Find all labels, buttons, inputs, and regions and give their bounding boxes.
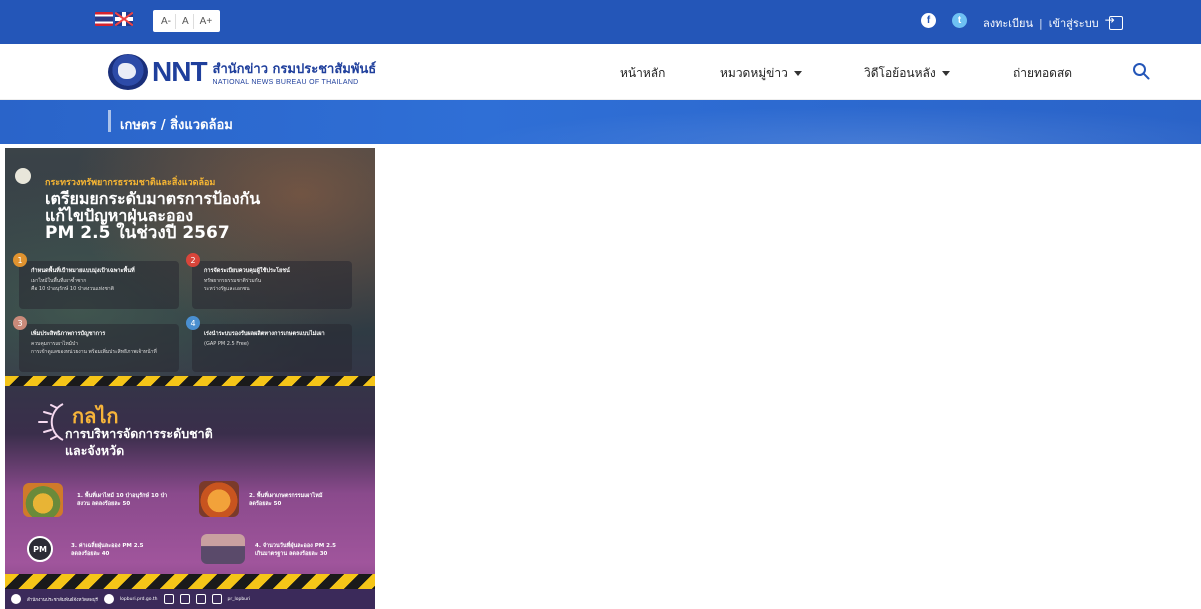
card-heading: กำหนดพื้นที่เป้าหมายแบบมุ่งเป้าเฉพาะพื้น… [31,268,135,274]
site-logo[interactable]: NNT สำนักข่าว กรมประชาสัมพันธ์ NATIONAL … [108,54,376,90]
top-utility-bar: A- A A+ f t ลงทะเบียน | เข้าสู่ระบบ [0,0,1201,44]
card-body-line: (GAP PM 2.5 Free) [204,341,249,347]
hazard-stripe [5,376,375,386]
mechanism-subtitle: การบริหารจัดการระดับชาติ และจังหวัด [65,425,213,459]
hazard-stripe [5,574,375,590]
ministry-name: กระทรวงทรัพยากรธรรมชาติและสิ่งแวดล้อม [45,178,216,188]
measure-card: 3 เพิ่มประสิทธิภาพการบัญชาการ ควบคุมการเ… [13,316,179,372]
target-item-line: ลดลงร้อยละ 40 [71,551,110,557]
register-link[interactable]: ลงทะเบียน [983,14,1033,32]
nav-item-home[interactable]: หน้าหลัก [620,64,665,83]
uk-flag-icon[interactable] [115,12,133,26]
footer-handle: pr_lopburi [227,596,251,602]
globe-icon [103,594,114,604]
target-item: 1. พื้นที่เผาไหม้ 10 ป่าอนุรักษ์ 10 ป่าส… [77,492,167,508]
card-heading: การจัดระเบียบควบคุมผู้ใช้ประโยชน์ [204,268,290,274]
poster-title: เตรียมยกระดับมาตรการป้องกัน แก้ไขปัญหาฝุ… [45,190,260,242]
card-number-badge: 4 [186,316,200,330]
target-item-line: 1. พื้นที่เผาไหม้ 10 ป่าอนุรักษ์ 10 ป่า [77,493,168,499]
target-item: 4. จำนวนวันที่ฝุ่นละออง PM 2.5 เกินมาตรฐา… [255,542,336,558]
breadcrumb[interactable]: เกษตร / สิ่งแวดล้อม [120,114,233,135]
card-body-line: การเข้าดูแลของหน่วยงาน พร้อมเพิ่มประสิทธ… [31,349,157,355]
card-body-line: ควบคุมการเผาไหม้ป่า [31,341,79,347]
card-body: (GAP PM 2.5 Free) [204,340,249,348]
card-number-badge: 1 [13,253,27,267]
footer-website: lopburi.prd.go.th [119,596,158,602]
poster-title-line: PM 2.5 ในช่วงปี 2567 [45,223,230,243]
card-number-badge: 3 [13,316,27,330]
font-decrease-button[interactable]: A- [157,13,176,29]
chevron-down-icon [793,71,802,76]
logo-thai-name: สำนักข่าว กรมประชาสัมพันธ์ [212,62,377,77]
language-switcher [95,12,133,26]
banner-accent [108,110,111,132]
youtube-icon [211,594,222,604]
nav-item-video-archive[interactable]: วิดีโอย้อนหลัง [864,64,950,83]
chevron-down-icon [941,71,950,76]
pm-badge-icon: PM [27,536,53,562]
ministry-logo-icon [15,168,31,184]
poster-title-line: แก้ไขปัญหาฝุ่นละออง [45,206,194,225]
twitter-icon [179,594,190,604]
facebook-icon [11,594,21,604]
nav-label: วิดีโอย้อนหลัง [864,66,936,80]
nnt-logo-icon [108,54,148,90]
account-separator: | [1038,16,1043,30]
card-body: ควบคุมการเผาไหม้ป่าการเข้าดูแลของหน่วยงา… [31,340,157,356]
instagram-icon [163,594,174,604]
poster-footer: สำนักงานประชาสัมพันธ์จังหวัดลพบุรี lopbu… [5,589,375,609]
poster-title-line: เตรียมยกระดับมาตรการป้องกัน [45,189,261,208]
measure-card: 2 การจัดระเบียบควบคุมผู้ใช้ประโยชน์ ทรัพ… [186,253,352,309]
logo-text: สำนักข่าว กรมประชาสัมพันธ์ NATIONAL NEWS… [213,58,377,86]
measure-card: 4 เร่งนำระบบรองรับผลผลิตทางการเกษตรแบบไม… [186,316,352,372]
font-default-button[interactable]: A [178,13,194,29]
nav-label: หมวดหมู่ข่าว [720,66,788,80]
target-item: 2. พื้นที่เผาเกษตรกรรมเผาไหม้ลดร้อยละ 50 [249,492,322,508]
target-item-line: 3. ค่าเฉลี่ยฝุ่นละออง PM 2.5 [71,543,144,549]
card-heading: เร่งนำระบบรองรับผลผลิตทางการเกษตรแบบไม่เ… [204,331,325,337]
search-icon[interactable] [1132,62,1150,80]
nav-item-live[interactable]: ถ่ายทอดสด [1013,64,1072,83]
font-increase-button[interactable]: A+ [196,14,217,29]
card-heading: เพิ่มประสิทธิภาพการบัญชาการ [31,331,106,337]
nav-label: หน้าหลัก [620,66,666,80]
target-item-line: เกินมาตรฐาน ลดลงร้อยละ 30 [255,551,328,557]
footer-page-name: สำนักงานประชาสัมพันธ์จังหวัดลพบุรี [27,597,98,603]
tiktok-icon [195,594,206,604]
nav-label: ถ่ายทอดสด [1013,66,1073,80]
mechanism-subtitle-line: และจังหวัด [65,443,125,458]
card-body-line: คือ 10 ป่าอนุรักษ์ 10 ป่าสงวนแห่งชาติ [31,286,114,292]
social-links: f t [921,13,967,28]
card-body-line: ทรัพยากรธรรมชาติร่วมกัน [204,278,262,284]
main-header: NNT สำนักข่าว กรมประชาสัมพันธ์ NATIONAL … [0,44,1201,100]
login-link[interactable]: เข้าสู่ระบบ [1049,14,1099,32]
card-body: เผาไหม้ในพื้นที่เผาซ้ำซากคือ 10 ป่าอนุรั… [31,277,114,293]
thai-flag-icon[interactable] [95,12,113,26]
logo-english-name: NATIONAL NEWS BUREAU OF THAILAND [212,79,359,86]
nav-item-news-categories[interactable]: หมวดหมู่ข่าว [720,64,802,83]
card-number-badge: 2 [186,253,200,267]
card-body-line: เผาไหม้ในพื้นที่เผาซ้ำซาก [31,278,87,284]
farm-fire-icon [199,481,239,517]
forest-fire-icon [23,483,63,517]
target-item-line: 2. พื้นที่เผาเกษตรกรรมเผาไหม้ [249,493,323,499]
mechanism-subtitle-line: การบริหารจัดการระดับชาติ [65,426,213,441]
infographic-image[interactable]: กระทรวงทรัพยากรธรรมชาติและสิ่งแวดล้อม เต… [5,148,375,609]
person-mask-icon [201,534,245,564]
category-banner: เกษตร / สิ่งแวดล้อม [0,100,1201,144]
facebook-icon[interactable]: f [921,13,936,28]
card-body: ทรัพยากรธรรมชาติร่วมกันระหว่างรัฐและเอกช… [204,277,261,293]
target-item-line: ลดร้อยละ 50 [249,501,282,507]
target-item-line: สงวน ลดลงร้อยละ 50 [77,501,131,507]
twitter-icon[interactable]: t [952,13,967,28]
target-item-line: 4. จำนวนวันที่ฝุ่นละออง PM 2.5 [255,543,336,549]
font-size-controls: A- A A+ [153,10,221,32]
account-links: ลงทะเบียน | เข้าสู่ระบบ [983,13,1123,32]
measure-card: 1 กำหนดพื้นที่เป้าหมายแบบมุ่งเป้าเฉพาะพื… [13,253,179,309]
card-body-line: ระหว่างรัฐและเอกชน [204,286,250,292]
logo-brand: NNT [152,56,208,87]
login-icon[interactable] [1105,13,1123,30]
target-item: 3. ค่าเฉลี่ยฝุ่นละออง PM 2.5 ลดลงร้อยละ 4… [71,542,144,558]
